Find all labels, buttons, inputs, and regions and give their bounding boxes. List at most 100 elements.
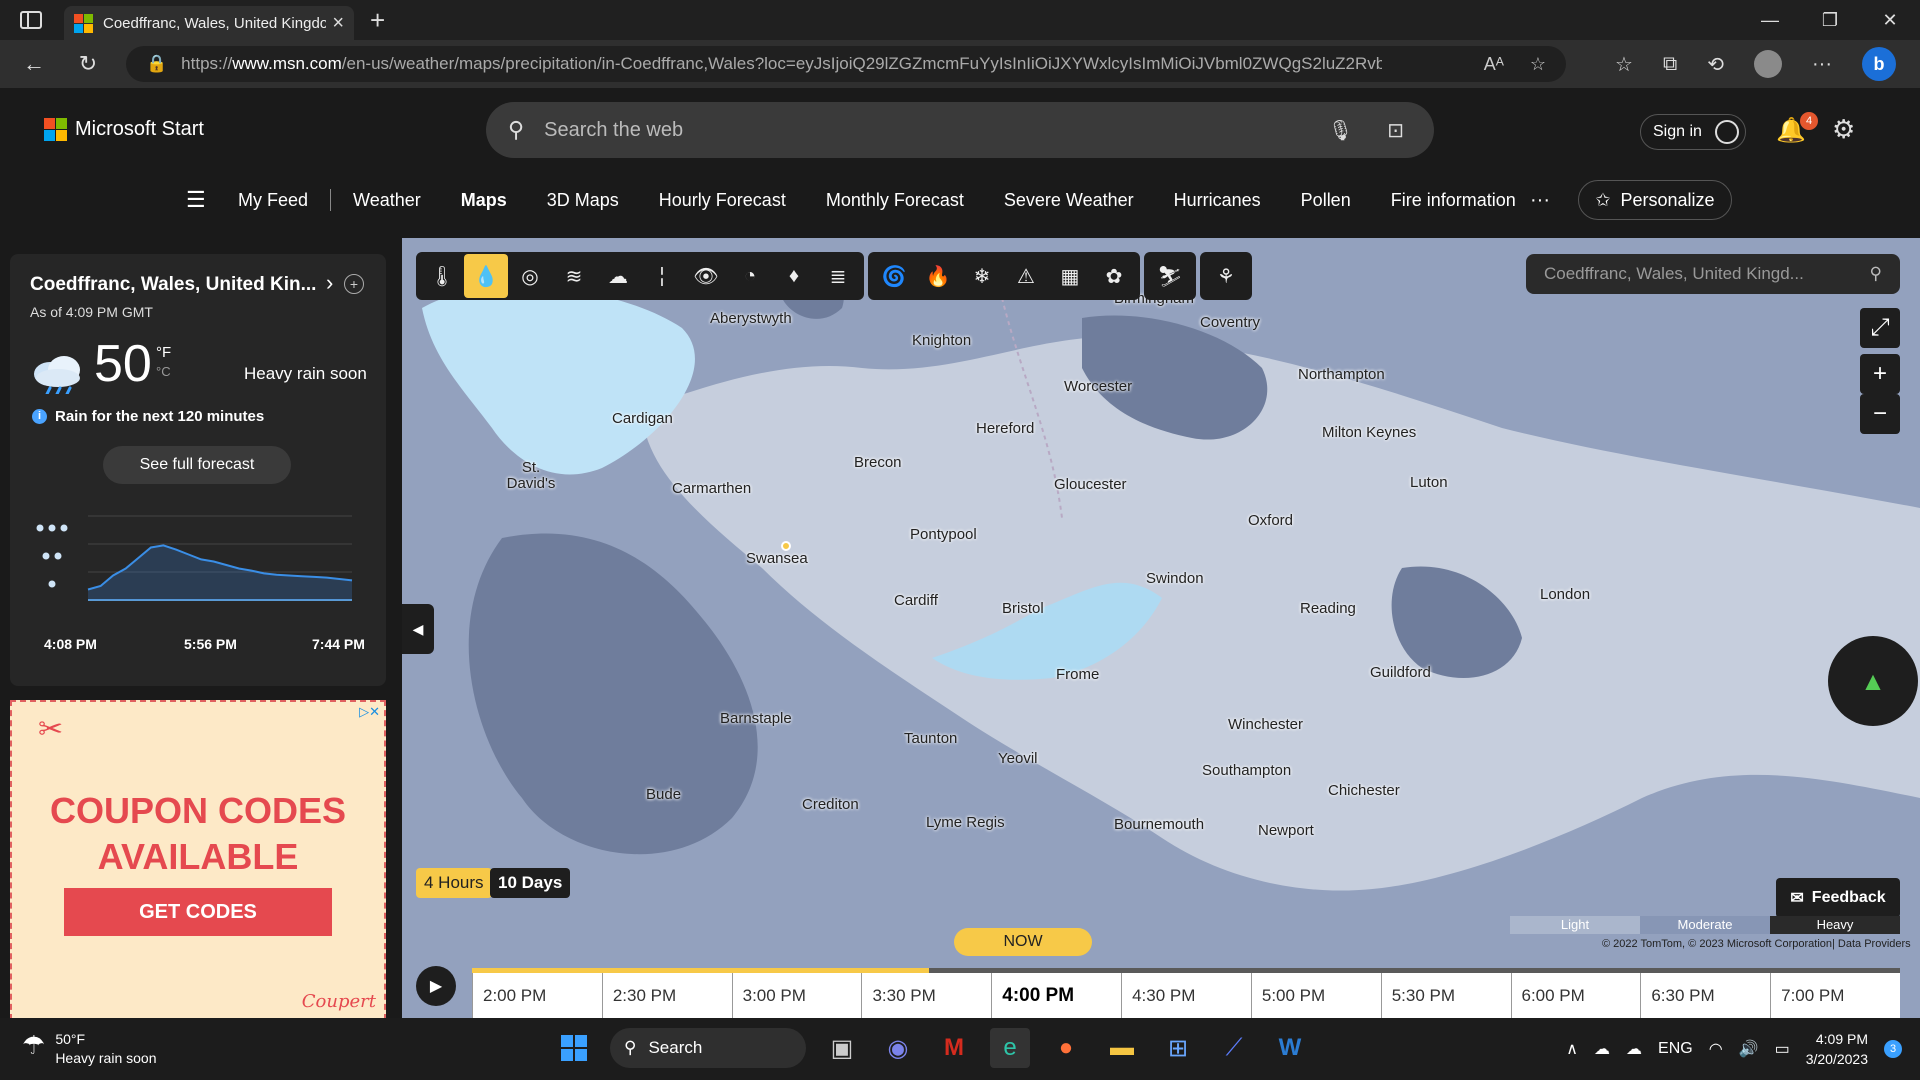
air-quality-layer-icon[interactable]: ≣ [816,254,860,298]
ad-choices-icon[interactable]: ▷✕ [359,704,380,720]
road-condition-layer-icon[interactable]: ▦ [1048,254,1092,298]
url-field[interactable]: 🔒 https://www.msn.com/en-us/weather/maps… [126,46,1566,82]
fire-layer-icon[interactable]: 🔥 [916,254,960,298]
refresh-icon[interactable]: ↻ [68,51,108,77]
start-menu-icon[interactable] [554,1028,594,1068]
visual-search-icon[interactable]: ⊡ [1387,118,1404,143]
read-aloud-icon[interactable]: Aᴬ [1484,54,1504,75]
taskbar-search[interactable]: ⚲ Search [610,1028,806,1068]
precipitation-map[interactable]: Aberystwyth Knighton Birmingham Coventry… [402,238,1920,1018]
map-location-search-input[interactable]: Coedffranc, Wales, United Kingd... ⚲ [1526,254,1900,294]
cloud-layer-icon[interactable]: ☁ [596,254,640,298]
microsoft-store-icon[interactable]: ⊞ [1158,1028,1198,1068]
profile-avatar[interactable] [1754,50,1783,78]
plant-layer-icon[interactable]: ⚘ [1204,254,1248,298]
nav-hurricanes[interactable]: Hurricanes [1174,190,1261,211]
nav-severe-weather[interactable]: Severe Weather [1004,190,1134,211]
nav-monthly-forecast[interactable]: Monthly Forecast [826,190,964,211]
zoom-out-icon[interactable]: − [1860,394,1900,434]
tab-close-icon[interactable]: × [332,12,344,35]
hurricane-layer-icon[interactable]: 🌀 [872,254,916,298]
notification-center-badge[interactable]: 3 [1884,1040,1902,1058]
nav-my-feed[interactable]: My Feed [238,190,308,211]
browser-tab[interactable]: Coedffranc, Wales, United Kingdo × [64,6,354,40]
new-tab-icon[interactable]: + [370,5,385,36]
firefox-icon[interactable]: ● [1046,1028,1086,1068]
wifi-icon[interactable]: ◠ [1709,1039,1723,1059]
taskbar-weather-widget[interactable]: ☂ 50°F Heavy rain soon [22,1030,156,1068]
timeline-tick[interactable]: 2:30 PM [601,973,732,1018]
minimize-icon[interactable]: — [1740,0,1800,40]
ski-layer-icon[interactable]: ⛷ [1148,254,1192,298]
collections-icon[interactable]: ⧉ [1663,53,1677,76]
wind-layer-icon[interactable]: ≋ [552,254,596,298]
timeline-tick[interactable]: 6:30 PM [1640,973,1770,1018]
chevron-right-icon[interactable]: › [326,270,333,296]
volume-icon[interactable]: 🔊 [1739,1039,1759,1059]
collapse-panel-icon[interactable]: ◀ [402,604,434,654]
unit-fahrenheit[interactable]: °F [156,344,171,361]
pollen-layer-icon[interactable]: ✿ [1092,254,1136,298]
timeline-tick[interactable]: 2:00 PM [472,973,602,1018]
coupon-advertisement[interactable]: ✂ ▷✕ COUPON CODES AVAILABLE GET CODES Co… [10,700,386,1020]
nav-more-button[interactable]: ··· [1530,189,1550,212]
fullscreen-icon[interactable]: ⤢ [1860,308,1900,348]
language-indicator[interactable]: ENG [1658,1040,1693,1058]
word-icon[interactable]: W [1270,1028,1310,1068]
maximize-icon[interactable]: ❐ [1800,0,1860,40]
edge-browser-icon[interactable]: e [990,1028,1030,1068]
severe-weather-layer-icon[interactable]: ⚠ [1004,254,1048,298]
close-window-icon[interactable]: ✕ [1860,0,1920,40]
see-full-forecast-button[interactable]: See full forecast [103,446,291,484]
nav-maps[interactable]: Maps [461,190,507,211]
mcafee-icon[interactable]: M [934,1028,974,1068]
microsoft-start-logo[interactable]: Microsoft Start [44,118,204,141]
play-icon[interactable]: ▶ [416,966,456,1006]
dew-point-layer-icon[interactable]: ♦ [772,254,816,298]
microphone-icon[interactable]: 🎙 [1328,118,1353,143]
zoom-in-icon[interactable]: + [1860,354,1900,394]
feedback-button[interactable]: ✉ Feedback [1776,878,1900,918]
personalize-button[interactable]: ✩ Personalize [1578,180,1732,220]
timeline-tick[interactable]: 7:00 PM [1770,973,1900,1018]
timeline-tick[interactable]: 4:30 PM [1121,973,1251,1018]
bing-chat-icon[interactable]: b [1862,47,1896,81]
add-location-icon[interactable]: + [344,274,364,294]
timeline-tick-current[interactable]: 4:00 PM [991,973,1121,1018]
location-title[interactable]: Coedffranc, Wales, United Kin... [30,274,316,296]
teams-chat-icon[interactable]: ◉ [878,1028,918,1068]
get-codes-button[interactable]: GET CODES [64,888,332,936]
radar-layer-icon[interactable]: ◎ [508,254,552,298]
time-slider[interactable]: NOW ▶ 2:00 PM 2:30 PM 3:00 PM 3:30 PM 4:… [402,928,1920,1018]
timeline-tick[interactable]: 5:00 PM [1250,973,1381,1018]
snow-layer-icon[interactable]: ❄ [960,254,1004,298]
settings-more-icon[interactable]: ··· [1812,53,1832,76]
unit-celsius[interactable]: °C [156,364,171,379]
settings-gear-icon[interactable]: ⚙ [1832,114,1855,145]
location-pin-icon[interactable] [781,541,791,551]
nav-fire-information[interactable]: Fire information [1391,190,1516,211]
humidity-layer-icon[interactable]: ¦ [640,254,684,298]
favorites-icon[interactable]: ☆ [1615,52,1633,77]
onedrive-icon[interactable]: ☁ [1626,1039,1642,1059]
4-hours-toggle[interactable]: 4 Hours [416,868,492,898]
map-search-icon[interactable]: ⚲ [1870,264,1882,284]
nav-pollen[interactable]: Pollen [1301,190,1351,211]
web-search-input[interactable]: ⚲ Search the web 🎙 ⊡ [486,102,1434,158]
sign-in-button[interactable]: Sign in [1640,114,1746,150]
10-days-toggle[interactable]: 10 Days [490,868,571,898]
pressure-layer-icon[interactable]: ◔ [728,254,772,298]
tab-actions-icon[interactable] [20,11,42,29]
nav-weather[interactable]: Weather [353,190,421,211]
whiteboard-icon[interactable]: ⟋ [1214,1028,1254,1068]
timeline-tick[interactable]: 3:00 PM [731,973,862,1018]
timeline-tick[interactable]: 3:30 PM [861,973,991,1018]
hamburger-menu-icon[interactable]: ☰ [186,187,208,213]
file-explorer-icon[interactable]: ▬ [1102,1028,1142,1068]
show-hidden-icons-icon[interactable]: ∧ [1566,1039,1578,1059]
battery-icon[interactable]: ▭ [1775,1039,1790,1059]
nav-hourly-forecast[interactable]: Hourly Forecast [659,190,786,211]
temperature-layer-icon[interactable]: 🌡 [420,254,464,298]
back-icon[interactable]: ← [14,51,54,77]
task-view-icon[interactable]: ▣ [822,1028,862,1068]
